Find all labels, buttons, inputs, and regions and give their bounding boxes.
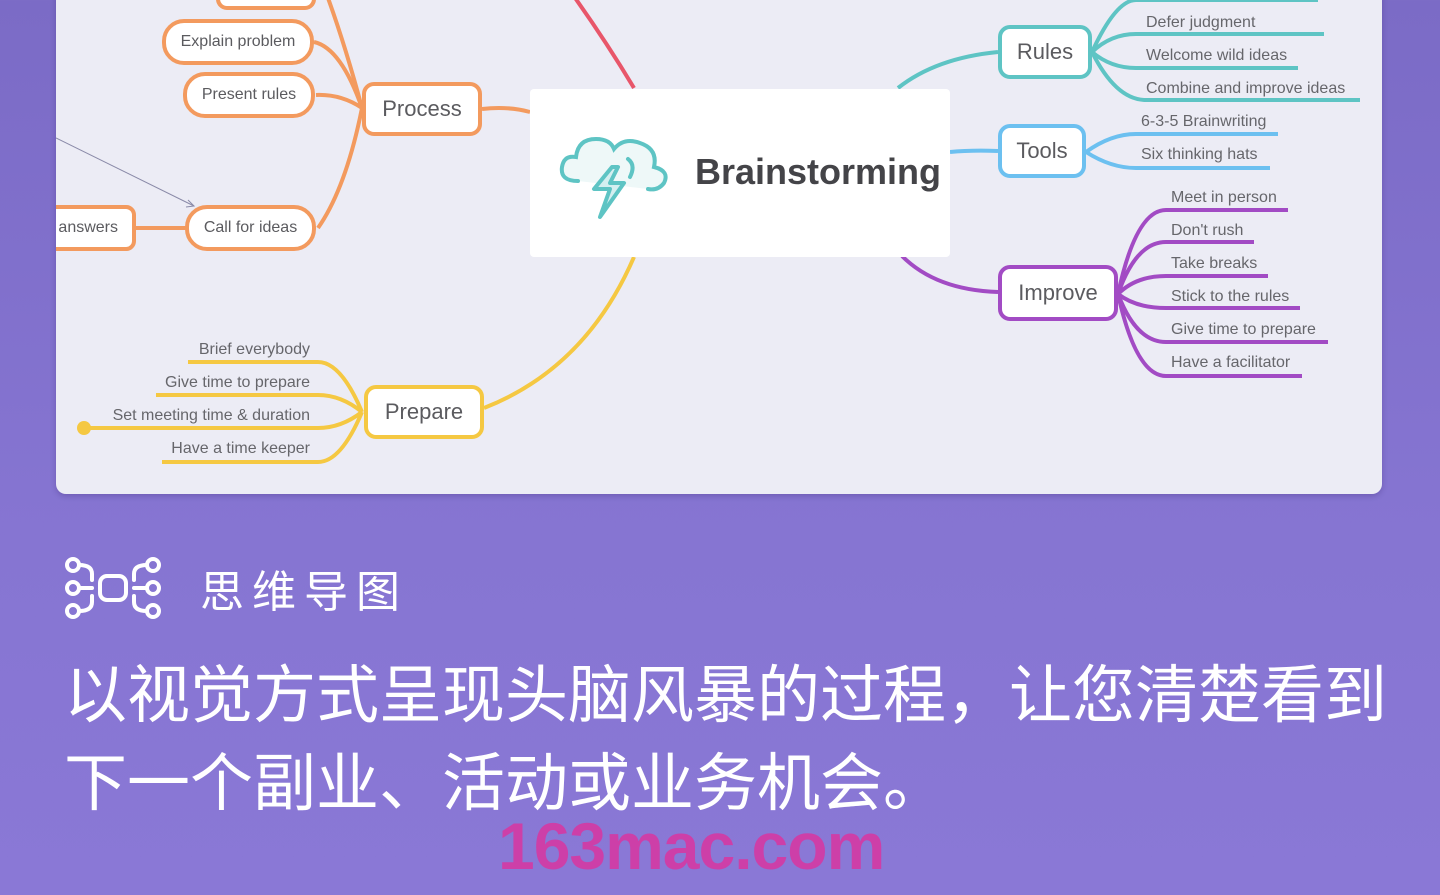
connector-process-call bbox=[316, 107, 364, 230]
connector-center-prepare bbox=[483, 256, 636, 410]
node-answers[interactable]: answers bbox=[56, 205, 136, 251]
branch-tools[interactable]: Tools bbox=[998, 124, 1086, 178]
branch-process[interactable]: Process bbox=[362, 82, 482, 136]
leaf-set-meeting-time[interactable]: Set meeting time & duration bbox=[113, 407, 310, 425]
node-label: Call for ideas bbox=[203, 219, 298, 236]
watermark: 163mac.com bbox=[498, 809, 885, 883]
connector-center-tools bbox=[949, 148, 999, 154]
leaf-defer-judgment[interactable]: Defer judgment bbox=[1146, 14, 1255, 32]
branch-label: Rules bbox=[1016, 39, 1074, 64]
leaf-dont-rush[interactable]: Don't rush bbox=[1171, 222, 1243, 240]
leaf-meet-in-person[interactable]: Meet in person bbox=[1171, 189, 1277, 207]
connector-hidden-branch bbox=[574, 0, 636, 90]
connector-center-improve bbox=[900, 254, 999, 294]
leaf-have-time-keeper[interactable]: Have a time keeper bbox=[171, 440, 310, 458]
mindmap-canvas[interactable]: Explain problem Present rules Call for i… bbox=[56, 0, 1382, 494]
branch-improve[interactable]: Improve bbox=[998, 265, 1118, 321]
mind-map-icon bbox=[65, 557, 161, 619]
feature-heading: 思维导图 bbox=[64, 556, 408, 620]
leaf-take-breaks[interactable]: Take breaks bbox=[1171, 255, 1257, 273]
leaf-635-brainwriting[interactable]: 6-3-5 Brainwriting bbox=[1141, 113, 1266, 131]
leaf-combine-improve[interactable]: Combine and improve ideas bbox=[1146, 80, 1345, 98]
node-explain-problem[interactable]: Explain problem bbox=[162, 19, 314, 65]
storm-cloud-icon bbox=[559, 136, 668, 219]
leaf-brief-everybody[interactable]: Brief everybody bbox=[199, 341, 310, 359]
central-topic-title: Brainstorming bbox=[695, 151, 942, 192]
leaf-six-thinking-hats[interactable]: Six thinking hats bbox=[1141, 146, 1258, 164]
feature-description: 以视觉方式呈现头脑风暴的过程，让您清楚看到下一个副业、活动或业务机会。 bbox=[64, 659, 1387, 820]
branch-prepare[interactable]: Prepare bbox=[364, 385, 484, 439]
connector-center-process bbox=[481, 106, 531, 114]
leaf-give-time-prepare[interactable]: Give time to prepare bbox=[165, 374, 310, 392]
node-present-rules[interactable]: Present rules bbox=[183, 72, 315, 118]
connector-center-rules bbox=[896, 50, 999, 90]
leaf-give-time-improve[interactable]: Give time to prepare bbox=[1171, 321, 1316, 339]
leaf-welcome-wild-ideas[interactable]: Welcome wild ideas bbox=[1146, 47, 1287, 65]
feature-title: 思维导图 bbox=[200, 567, 408, 618]
branch-label: Improve bbox=[1018, 280, 1098, 305]
central-topic[interactable]: Brainstorming bbox=[530, 89, 950, 257]
node-label: Explain problem bbox=[180, 33, 296, 50]
node-label: answers bbox=[58, 219, 118, 236]
node-label: Present rules bbox=[201, 86, 297, 103]
connector-process-present bbox=[315, 92, 364, 110]
leaf-stick-to-rules[interactable]: Stick to the rules bbox=[1171, 288, 1289, 306]
branch-rules[interactable]: Rules bbox=[998, 25, 1092, 79]
collapse-toggle[interactable] bbox=[77, 421, 91, 435]
branch-label: Prepare bbox=[384, 399, 464, 424]
branch-label: Tools bbox=[1016, 138, 1068, 163]
leaf-have-facilitator[interactable]: Have a facilitator bbox=[1171, 354, 1290, 372]
connector-relationship bbox=[56, 137, 195, 207]
node-call-for-ideas[interactable]: Call for ideas bbox=[185, 205, 316, 251]
node-hidden-top[interactable] bbox=[216, 0, 316, 10]
branch-label: Process bbox=[382, 96, 462, 121]
